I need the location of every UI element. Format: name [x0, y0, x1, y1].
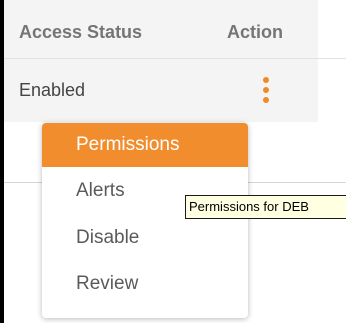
menu-item-review[interactable]: Review [42, 262, 248, 306]
access-status-cell: Enabled [19, 80, 86, 100]
action-dropdown-menu: Permissions Alerts Disable Review [42, 123, 248, 318]
column-header-action[interactable]: Action [227, 21, 283, 43]
kebab-vertical-icon[interactable] [262, 77, 270, 105]
column-header-access-status[interactable]: Access Status [19, 21, 142, 43]
permissions-tooltip: Permissions for DEB [185, 195, 346, 219]
menu-item-disable[interactable]: Disable [42, 216, 248, 260]
menu-item-permissions[interactable]: Permissions [42, 123, 248, 167]
table-header-row: Access Status Action [4, 0, 318, 58]
table-row: Enabled [4, 59, 318, 122]
kebab-dot [263, 97, 269, 103]
kebab-dot [263, 87, 269, 93]
kebab-dot [263, 77, 269, 83]
